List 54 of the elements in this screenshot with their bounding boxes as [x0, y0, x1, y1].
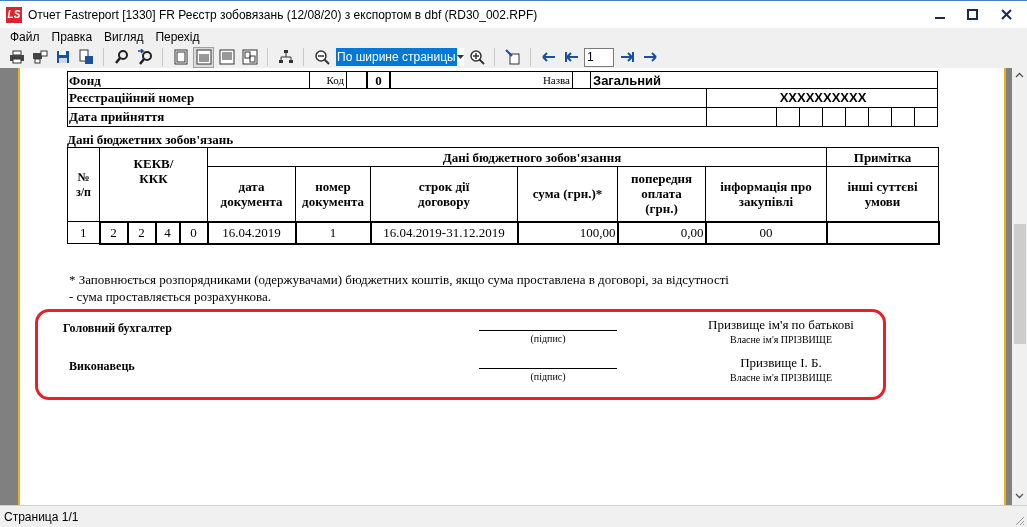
field-label: Код: [309, 72, 346, 89]
table-cell: 2: [99, 221, 128, 244]
scrollbar-thumb[interactable]: [1013, 224, 1026, 344]
table-cell: 16.04.2019-31.12.2019: [370, 221, 518, 244]
signer-name: Призвище І. Б.: [740, 354, 822, 370]
menu-item[interactable]: Файл: [4, 28, 46, 46]
close-icon: [1000, 9, 1012, 20]
status-text: Страница 1/1: [4, 508, 79, 526]
field-label: Реєстраційний номер: [68, 89, 707, 107]
page-view-icon[interactable]: [239, 46, 260, 68]
name-caption: Власне ім'я ПРІЗВИЩЕ: [729, 370, 832, 385]
signer-name: Призвище ім'я по батькові: [708, 316, 854, 332]
name-caption: Власне ім'я ПРІЗВИЩЕ: [729, 332, 832, 347]
minimize-icon: [935, 17, 945, 19]
page-number-field[interactable]: 1: [584, 47, 614, 67]
table-cell-text: Загальний: [592, 72, 663, 89]
page-view-icon[interactable]: [193, 46, 214, 68]
resize-grip-icon: [1014, 515, 1025, 526]
table-cell: 1: [295, 221, 371, 244]
table-cell: 00: [705, 221, 827, 244]
caret-icon: [456, 55, 464, 59]
signer-role: Головний бухгалтер: [63, 320, 172, 335]
zoom-dropdown[interactable]: По ширине страницы: [336, 48, 464, 66]
menu-item[interactable]: Перехід: [149, 28, 206, 46]
maximize-icon: [966, 9, 978, 20]
column-header: КЕКВ/ ККК: [99, 147, 208, 222]
section-title: Дані бюджетних зобов'язань: [67, 132, 234, 147]
column-header: Дані бюджетного зобов'язання: [207, 147, 827, 167]
app-logo: LS: [6, 6, 22, 23]
window-title: Отчет Fastreport [1330] FR Реєстр зобовязань (12/08/20) з експортом в dbf (RD30_002.RPF): [28, 6, 538, 24]
footnote-text: * Заповнюється розпорядниками (одержувачами) бюджетних коштів, якщо сума проставлена в договорі, за відсутності: [69, 270, 729, 288]
edit-page-icon[interactable]: [502, 46, 523, 68]
table-cell: 0: [179, 221, 208, 244]
column-header: № з/п: [67, 147, 100, 222]
signer-role: Виконавець: [69, 358, 135, 373]
table-cell: 100,00: [517, 221, 618, 244]
table-cell: 4: [155, 221, 180, 244]
field-label: Назва: [534, 72, 573, 89]
table-cell: 1: [67, 221, 100, 244]
column-header: Примітка: [826, 147, 939, 167]
table-cell: 2: [127, 221, 156, 244]
signature-caption: (підпис): [530, 369, 566, 384]
vertical-scrollbar[interactable]: [1012, 68, 1027, 505]
signature-caption: (підпис): [530, 331, 566, 346]
field-label: Дата прийняття: [68, 108, 707, 126]
table-cell: 0,00: [617, 221, 706, 244]
page-view-icon[interactable]: [216, 46, 237, 68]
menu-item[interactable]: Правка: [45, 28, 99, 46]
table-cell: 16.04.2019: [207, 221, 296, 244]
table-cell: 0: [366, 72, 391, 89]
table-cell-text: XXXXXXXXXX: [778, 89, 868, 107]
menu-item[interactable]: Вигляд: [98, 28, 150, 46]
field-label: Фонд: [68, 72, 102, 89]
footnote-text: - сума проставляється розрахункова.: [69, 287, 271, 305]
